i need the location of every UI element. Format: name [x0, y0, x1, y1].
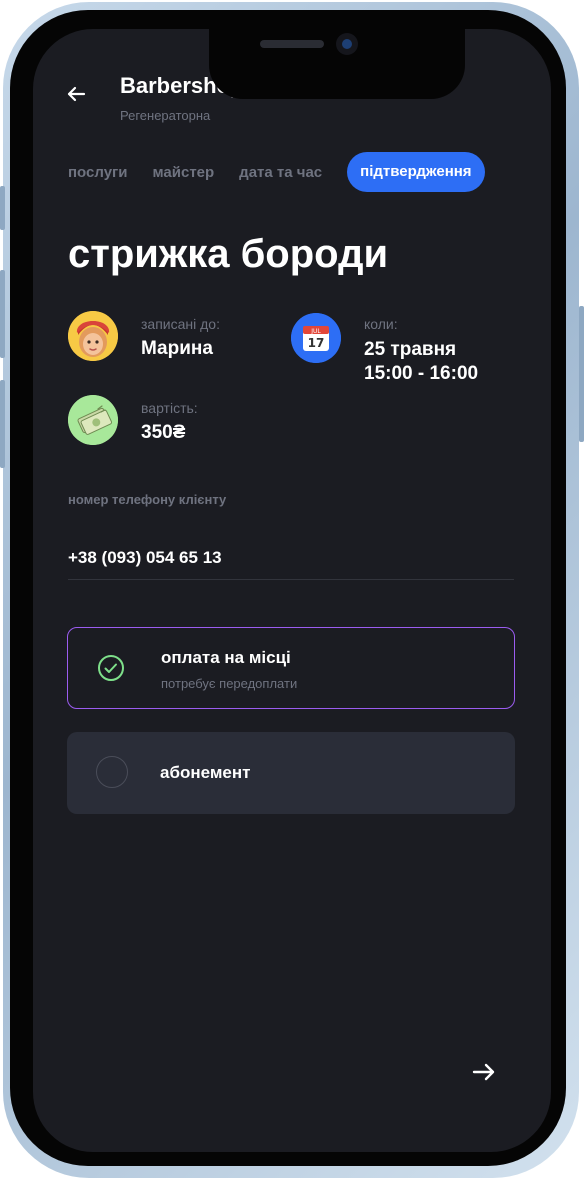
tab-date-time[interactable]: дата та час [239, 164, 322, 181]
when-label: коли: [364, 316, 398, 332]
arrow-left-icon [67, 86, 86, 102]
payment-option-subtitle: потребує передоплати [161, 676, 298, 691]
tab-services[interactable]: послуги [68, 164, 128, 181]
payment-option-on-site[interactable]: оплата на місці потребує передоплати [67, 627, 515, 709]
device-volume-up [0, 270, 5, 358]
device-power-button [579, 306, 584, 442]
calendar-icon: JUL 17 [291, 313, 341, 363]
master-avatar [68, 311, 118, 361]
tab-master[interactable]: майстер [153, 164, 215, 181]
calendar-month: JUL [310, 328, 321, 335]
app-screen: Barbershop Регенераторна послуги майстер… [33, 29, 551, 1152]
price-value: 350₴ [141, 422, 186, 443]
device-volume-down [0, 380, 5, 468]
front-camera [336, 33, 358, 55]
service-title: стрижка бороди [68, 232, 389, 276]
money-icon [68, 395, 118, 445]
tab-confirmation[interactable]: підтвердження [347, 152, 485, 192]
payment-option-subscription[interactable]: абонемент [67, 732, 515, 814]
app-subtitle: Регенераторна [120, 108, 211, 123]
price-avatar [68, 395, 118, 445]
next-button[interactable] [470, 1058, 498, 1086]
master-avatar-icon [68, 311, 118, 361]
check-circle-icon [98, 655, 124, 681]
payment-option-title: абонемент [160, 763, 251, 782]
arrow-right-icon [472, 1063, 495, 1081]
master-label: записані до: [141, 316, 220, 332]
phone-label: номер телефону клієнту [68, 492, 227, 507]
calendar-avatar: JUL 17 [291, 313, 341, 363]
price-label: вартість: [141, 400, 198, 416]
device-mute-switch [0, 186, 5, 230]
step-tabs: послуги майстер дата та час підтвердженн… [68, 152, 485, 192]
master-name: Марина [141, 338, 213, 359]
booking-date: 25 травня [364, 339, 457, 360]
earpiece-speaker [260, 40, 324, 48]
back-button[interactable] [64, 82, 88, 106]
calendar-day: 17 [308, 336, 325, 350]
payment-option-title: оплата на місці [161, 648, 291, 667]
phone-input[interactable] [68, 536, 514, 580]
booking-time: 15:00 - 16:00 [364, 363, 479, 384]
radio-empty-icon [96, 756, 128, 788]
